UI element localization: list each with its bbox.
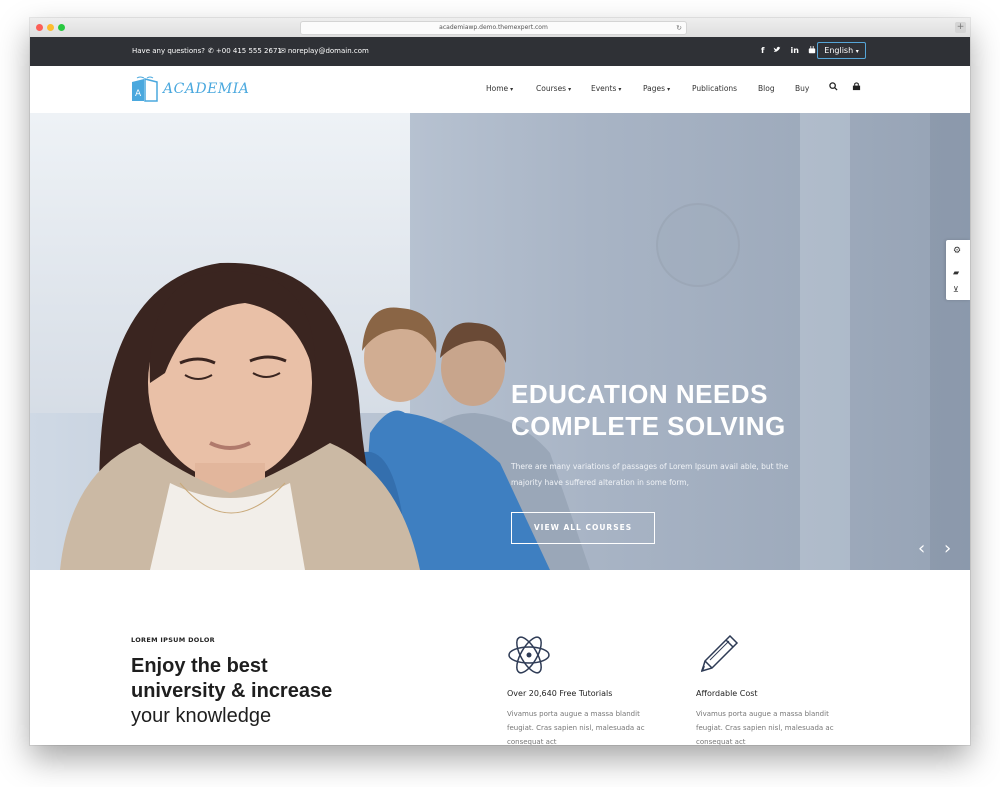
feature-cost: Affordable Cost Vivamus porta augue a ma… <box>696 633 856 745</box>
new-tab-button[interactable]: + <box>955 22 966 33</box>
chevron-down-icon: ▾ <box>568 86 572 93</box>
intro-section: LOREM IPSUM DOLOR Enjoy the best univers… <box>30 570 970 745</box>
feature-tutorials: Over 20,640 Free Tutorials Vivamus porta… <box>507 633 667 745</box>
nav-home-label: Home <box>486 84 509 93</box>
top-bar-email[interactable]: ✉ noreplay@domain.com <box>280 47 369 55</box>
chevron-down-icon: ▾ <box>667 86 671 93</box>
feature-text: Vivamus porta augue a massa blandit feug… <box>696 710 834 745</box>
book-icon[interactable]: ▰ <box>953 268 959 277</box>
book-logo-icon: A <box>132 76 158 102</box>
view-all-courses-button[interactable]: VIEW ALL COURSES <box>511 512 655 544</box>
language-select[interactable]: English ▾ <box>817 42 866 59</box>
twitter-icon[interactable] <box>773 46 781 56</box>
hero-photo-students <box>60 262 590 570</box>
svg-text:A: A <box>135 89 142 99</box>
chevron-down-icon: ▾ <box>510 86 514 93</box>
email-address: noreplay@domain.com <box>287 47 369 55</box>
hero-background-clock <box>656 203 740 287</box>
linkedin-icon[interactable]: in <box>790 46 798 56</box>
chevron-down-icon: ▾ <box>855 48 859 55</box>
minimize-window-button[interactable] <box>47 24 54 31</box>
browser-chrome: academiawp.demo.themexpert.com ↻ + <box>30 18 970 38</box>
address-bar[interactable]: academiawp.demo.themexpert.com ↻ <box>300 21 687 35</box>
nav-events-label: Events <box>591 84 617 93</box>
cart-icon[interactable]: ⊻ <box>953 285 959 294</box>
settings-panel: ⚙ ▰ ⊻ <box>946 240 970 300</box>
facebook-icon[interactable]: f <box>761 46 764 56</box>
search-icon[interactable] <box>829 82 838 94</box>
section-eyebrow: LOREM IPSUM DOLOR <box>131 636 215 644</box>
maximize-window-button[interactable] <box>58 24 65 31</box>
feature-title: Affordable Cost <box>696 689 758 698</box>
feature-text: Vivamus porta augue a massa blandit feug… <box>507 710 645 745</box>
pencil-icon <box>700 634 739 673</box>
address-bar-url: academiawp.demo.themexpert.com <box>439 24 548 31</box>
hero-description: There are many variations of passages of… <box>511 462 789 487</box>
section-heading-line1: Enjoy the best <box>131 655 268 677</box>
envelope-icon: ✉ <box>280 47 286 55</box>
browser-window: academiawp.demo.themexpert.com ↻ + Have … <box>30 18 970 745</box>
nav-blog[interactable]: Blog <box>758 84 775 93</box>
nav-pages-label: Pages <box>643 84 666 93</box>
feature-title: Over 20,640 Free Tutorials <box>507 689 613 698</box>
nav-home[interactable]: Home ▾ <box>486 84 513 93</box>
phone-icon: ✆ <box>208 47 214 55</box>
site-header: A ACADEMIA Home ▾ Courses ▾ Events ▾ Pages ▾… <box>30 66 970 113</box>
youtube-icon[interactable] <box>808 46 816 56</box>
section-heading-line3: your knowledge <box>131 705 272 727</box>
social-links: f in <box>761 46 816 56</box>
hero-title-line1: EDUCATION NEEDS <box>511 379 768 409</box>
hero-title-line2: COMPLETE SOLVING <box>511 411 786 441</box>
hero-title: EDUCATION NEEDS COMPLETE SOLVING <box>511 378 786 442</box>
nav-publications[interactable]: Publications <box>692 84 737 93</box>
phone-number: +00 415 555 2671 <box>215 47 282 55</box>
chevron-left-icon[interactable]: ‹ <box>918 538 925 559</box>
chevron-right-icon[interactable]: › <box>944 538 951 559</box>
logo-text: ACADEMIA <box>163 81 250 97</box>
site-logo[interactable]: A ACADEMIA <box>131 75 249 103</box>
hero-background-pillar <box>800 113 850 570</box>
nav-courses-label: Courses <box>536 84 567 93</box>
chevron-down-icon: ▾ <box>618 86 622 93</box>
hero-slider: ⚙ ▰ ⊻ EDUCATION NEEDS COMPLETE SOLVING T… <box>30 113 970 570</box>
nav-events[interactable]: Events ▾ <box>591 84 621 93</box>
nav-courses[interactable]: Courses ▾ <box>536 84 571 93</box>
gear-icon[interactable]: ⚙ <box>953 246 961 256</box>
language-value: English <box>824 46 854 55</box>
top-bar: Have any questions? ✆ +00 415 555 2671 ✉ n… <box>30 37 970 66</box>
section-heading-line2: university & increase <box>131 680 333 702</box>
atom-icon <box>508 636 550 674</box>
section-heading: Enjoy the best university & increase you… <box>131 654 332 729</box>
top-bar-question: Have any questions? <box>132 47 205 55</box>
nav-buy[interactable]: Buy <box>795 84 809 93</box>
top-bar-phone[interactable]: ✆ +00 415 555 2671 <box>208 47 282 55</box>
reload-icon[interactable]: ↻ <box>676 22 682 34</box>
close-window-button[interactable] <box>36 24 43 31</box>
nav-pages[interactable]: Pages ▾ <box>643 84 670 93</box>
cart-icon[interactable] <box>852 82 861 94</box>
hero-background-pillar <box>930 113 970 570</box>
